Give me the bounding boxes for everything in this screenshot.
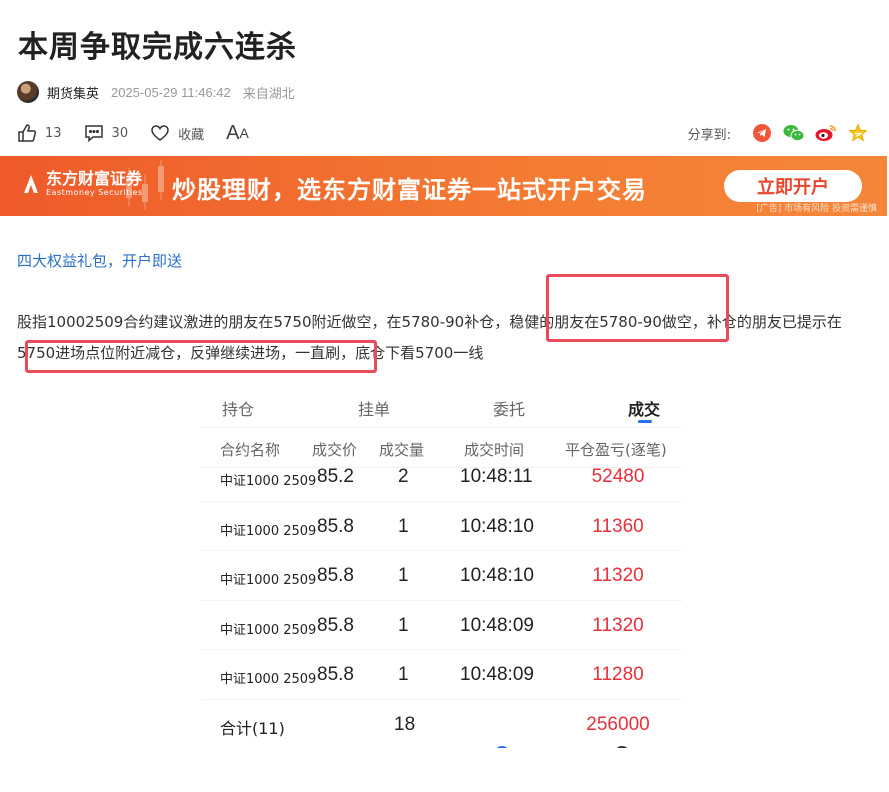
share-weibo-icon[interactable] [815,122,837,144]
share-qzone-star-icon[interactable] [847,122,869,144]
cell-price: 85.8 [317,565,354,586]
article-title: 本周争取完成六连杀 [18,30,297,65]
partial-icons-row [496,746,628,748]
font-size-large-glyph: A [226,121,240,144]
cell-pnl: 52480 [591,466,645,487]
highlight-box-left [25,340,377,373]
cell-time: 10:48:11 [460,466,533,487]
cell-contract-name: 中证1000 2509 [220,523,317,539]
total-pnl: 256000 [586,713,650,735]
table-row[interactable]: 中证1000 2509 85.8 1 10:48:09 11320 [202,601,682,650]
table-row[interactable]: 中证1000 2509 85.8 1 10:48:10 11360 [202,502,682,551]
tab-positions[interactable]: 持仓 [222,396,254,420]
tab-pending[interactable]: 挂单 [358,396,390,420]
cell-volume: 1 [398,664,409,685]
comment-button[interactable]: 30 [84,123,129,143]
trade-screenshot: 持仓 挂单 委托 成交 合约名称 成交价 成交量 成交时间 平仓盈亏(逐笔) 中… [202,384,682,748]
cell-price: 85.2 [317,466,354,487]
cell-time: 10:48:10 [460,565,534,586]
action-bar: 13 30 收藏 AA 分享到: [17,120,869,146]
cell-pnl: 11280 [592,664,644,685]
publish-location: 来自湖北 [242,86,295,102]
cell-pnl: 11320 [592,565,644,586]
cell-volume: 1 [398,565,409,586]
active-tab-indicator [638,420,652,423]
highlight-box-right [546,274,729,342]
cell-pnl: 11360 [592,515,644,537]
brand-name-en: Eastmoney Securities [46,188,143,197]
cell-contract-name: 中证1000 2509 [220,474,317,489]
author-name[interactable]: 期货集英 [47,83,99,102]
favorite-button[interactable]: 收藏 [150,123,204,143]
font-size-small-glyph: A [239,125,249,141]
cell-price: 85.8 [317,664,354,685]
tab-orders[interactable]: 委托 [493,396,525,420]
cell-contract-name: 中证1000 2509 [220,622,317,638]
font-size-button[interactable]: AA [226,122,249,145]
comment-icon [84,125,103,143]
share-bar: 分享到: [688,122,869,144]
share-label: 分享到: [687,127,731,143]
banner-slogan: 炒股理财，选东方财富证券一站式开户交易 [172,176,647,204]
total-row: 合计(11) 18 256000 [202,700,682,749]
table-row[interactable]: 中证1000 2509 85.8 1 10:48:09 11280 [202,650,682,700]
thumbs-up-icon [18,124,37,142]
cell-volume: 2 [398,466,409,487]
publish-datetime: 2025-05-29 11:46:42 [111,84,231,100]
fills-table: 中证1000 2509 85.2 2 10:48:11 52480 中证1000 2509… [202,452,682,700]
like-count: 13 [45,125,62,141]
ad-banner[interactable]: 东方财富证券 Eastmoney Securities 炒股理财，选东方财富证券… [0,156,887,216]
ad-disclaimer: [广告] 市场有风险 投资需谨慎 [756,204,877,214]
cell-time: 10:48:09 [460,664,534,685]
open-account-button[interactable]: 立即开户 [724,170,862,202]
cell-pnl: 11320 [592,614,644,636]
tab-fills[interactable]: 成交 [628,396,660,420]
comment-count: 30 [111,125,129,141]
cell-price: 85.8 [317,614,354,636]
cell-contract-name: 中证1000 2509 [220,672,317,687]
cell-price: 85.8 [317,515,354,537]
cell-contract-name: 中证1000 2509 [220,573,317,588]
like-button[interactable]: 13 [17,123,62,143]
author-avatar[interactable] [17,81,39,103]
share-telegram-icon[interactable] [751,122,773,144]
favorite-label: 收藏 [178,127,205,143]
heart-icon [151,125,169,141]
cell-time: 10:48:10 [460,515,534,537]
promo-link[interactable]: 四大权益礼包，开户即送 [17,250,182,271]
trade-tabs: 持仓 挂单 委托 成交 [202,384,682,428]
table-row[interactable]: 中证1000 2509 85.8 1 10:48:10 11320 [202,551,682,601]
total-label: 合计(11) [220,718,285,738]
total-volume: 18 [394,713,416,735]
share-wechat-icon[interactable] [783,122,805,144]
article-meta: 期货集英 2025-05-29 11:46:42 来自湖北 [17,80,295,104]
cell-volume: 1 [398,515,409,537]
table-row[interactable]: 中证1000 2509 85.2 2 10:48:11 52480 [202,452,682,502]
paragraph-line-1: 股指10002509合约建议激进的朋友在5750附近做空，在5780-90补仓，… [17,313,842,331]
eastmoney-logo-icon [24,175,38,193]
brand-name-cn: 东方财富证券 [46,169,143,188]
cell-volume: 1 [398,614,409,636]
eastmoney-logo: 东方财富证券 Eastmoney Securities [22,170,143,198]
cell-time: 10:48:09 [460,614,534,636]
